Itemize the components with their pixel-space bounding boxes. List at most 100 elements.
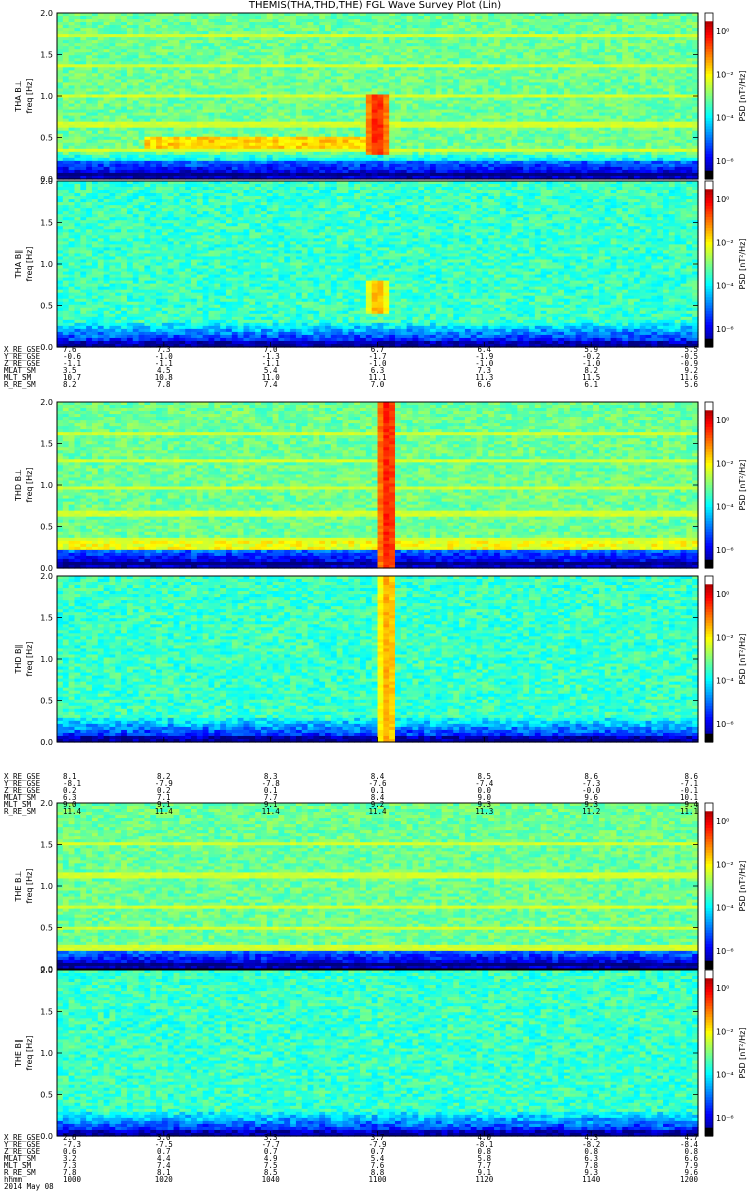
- orbit-row-label: R_RE_SM: [4, 807, 36, 816]
- colorbar-tick-label: 10⁰: [716, 590, 729, 599]
- freq-tick-label: 1.5: [40, 841, 53, 850]
- freq-tick-label: 1.0: [40, 260, 53, 269]
- orbit-value: 5.6: [684, 380, 698, 389]
- orbit-value: 8.2: [63, 380, 77, 389]
- orbit-value: 1100: [368, 1175, 387, 1184]
- orbit-value: 1000: [63, 1175, 82, 1184]
- spectrogram-panel-thd-bperp: [57, 402, 699, 569]
- spectrogram-figure: 2.01.51.00.50.0THA B⊥ freq [Hz]10⁰10⁻²10⁻…: [4, 9, 747, 1191]
- colorbar-tick-label: 10⁻⁶: [716, 1114, 734, 1123]
- colorbar-tick-label: 10⁰: [716, 27, 729, 36]
- colorbar-tick-label: 10⁻⁴: [716, 677, 734, 686]
- freq-tick-label: 0.0: [40, 343, 53, 352]
- colorbar-tick-label: 10⁻²: [716, 238, 734, 247]
- orbit-value: 1140: [582, 1175, 601, 1184]
- freq-tick-label: 1.5: [40, 51, 53, 60]
- spectrogram-panel-tha-bperp: [57, 13, 699, 180]
- colorbar-tick-label: 10⁰: [716, 195, 729, 204]
- colorbar-tick-label: 10⁰: [716, 984, 729, 993]
- colorbar-tick-label: 10⁻⁴: [716, 904, 734, 913]
- freq-tick-label: 0.5: [40, 697, 53, 706]
- freq-tick-label: 2.0: [40, 398, 53, 407]
- panel-ylabel-freq: freq [Hz]: [25, 1036, 34, 1071]
- spectrogram-panel-thd-bpar: [57, 576, 699, 743]
- panel-ylabel: THA B∥: [14, 250, 23, 279]
- spectrogram-panel-tha-bpar: [57, 181, 699, 348]
- orbit-table-2: X_RE_GSE 2.6 3.0 3.3 3.7 4.0 4.3 4.7Y_RE_GSE -7.…: [4, 1133, 698, 1191]
- orbit-value: 1120: [475, 1175, 494, 1184]
- freq-tick-label: 1.0: [40, 481, 53, 490]
- spectrogram-panel-the-bperp: [57, 803, 699, 970]
- freq-tick-label: 2.0: [40, 9, 53, 18]
- freq-tick-label: 1.5: [40, 440, 53, 449]
- colorbar-label: PSD [nT²/Hz]: [738, 1028, 747, 1079]
- orbit-value: 6.1: [584, 380, 598, 389]
- freq-tick-label: 0.5: [40, 523, 53, 532]
- freq-tick-label: 0.0: [40, 1132, 53, 1141]
- colorbar: [704, 969, 714, 1137]
- freq-tick-label: 1.0: [40, 92, 53, 101]
- orbit-value: 11.4: [63, 807, 82, 816]
- freq-tick-label: 0.5: [40, 134, 53, 143]
- colorbar-label: PSD [nT²/Hz]: [738, 861, 747, 912]
- freq-tick-label: 2.0: [40, 966, 53, 975]
- colorbar-label: PSD [nT²/Hz]: [738, 460, 747, 511]
- colorbar-label: PSD [nT²/Hz]: [738, 634, 747, 685]
- spectrogram-panel-the-bpar: [57, 970, 699, 1137]
- panel-ylabel-freq: freq [Hz]: [25, 79, 34, 114]
- colorbar-tick-label: 10⁻⁴: [716, 114, 734, 123]
- colorbar-tick-label: 10⁰: [716, 416, 729, 425]
- panel-ylabel: THD B∥: [14, 644, 23, 674]
- freq-tick-label: 1.5: [40, 614, 53, 623]
- colorbar-tick-label: 10⁰: [716, 817, 729, 826]
- orbit-value: 1040: [262, 1175, 281, 1184]
- orbit-row-label: R_RE_SM: [4, 380, 36, 389]
- orbit-value: 11.3: [475, 807, 493, 816]
- freq-tick-label: 2.0: [40, 572, 53, 581]
- orbit-value: 11.4: [368, 807, 387, 816]
- colorbar-tick-label: 10⁻²: [716, 633, 734, 642]
- panel-ylabel-freq: freq [Hz]: [25, 869, 34, 904]
- panel-ylabel: THA B⊥: [14, 80, 23, 112]
- orbit-value: 1020: [155, 1175, 174, 1184]
- colorbar-tick-label: 10⁻⁴: [716, 1071, 734, 1080]
- colorbar-tick-label: 10⁻²: [716, 860, 734, 869]
- colorbar-label: PSD [nT²/Hz]: [738, 71, 747, 122]
- colorbar-tick-label: 10⁻⁴: [716, 503, 734, 512]
- panel-ylabel-freq: freq [Hz]: [25, 247, 34, 282]
- freq-tick-label: 1.5: [40, 1008, 53, 1017]
- colorbar-tick-label: 10⁻⁶: [716, 325, 734, 334]
- colorbar: [704, 180, 714, 348]
- freq-tick-label: 2.0: [40, 177, 53, 186]
- freq-tick-label: 1.5: [40, 219, 53, 228]
- freq-tick-label: 1.0: [40, 655, 53, 664]
- freq-tick-label: 0.5: [40, 924, 53, 933]
- freq-tick-label: 1.0: [40, 882, 53, 891]
- orbit-value: 1200: [680, 1175, 699, 1184]
- panel-ylabel-freq: freq [Hz]: [25, 468, 34, 503]
- freq-tick-label: 0.5: [40, 1091, 53, 1100]
- colorbar-tick-label: 10⁻⁶: [716, 947, 734, 956]
- orbit-value: 11.2: [582, 807, 600, 816]
- orbit-value: 7.4: [264, 380, 278, 389]
- panel-ylabel: THD B⊥: [14, 469, 23, 502]
- freq-tick-label: 0.0: [40, 738, 53, 747]
- orbit-table-0: X_RE_GSE 7.6 7.3 7.0 6.7 6.4 5.9 5.5Y_RE_GSE -0.…: [4, 345, 698, 389]
- orbit-value: 11.4: [155, 807, 174, 816]
- orbit-value: 7.0: [371, 380, 385, 389]
- colorbar-tick-label: 10⁻⁶: [716, 720, 734, 729]
- plot-date: 2014 May 08: [4, 1182, 54, 1191]
- orbit-value: 7.8: [157, 380, 171, 389]
- orbit-value: 6.6: [478, 380, 492, 389]
- colorbar-tick-label: 10⁻⁴: [716, 282, 734, 291]
- colorbar: [704, 401, 714, 569]
- colorbar-tick-label: 10⁻²: [716, 1027, 734, 1036]
- panel-ylabel-freq: freq [Hz]: [25, 642, 34, 677]
- colorbar-tick-label: 10⁻⁶: [716, 546, 734, 555]
- colorbar-tick-label: 10⁻²: [716, 70, 734, 79]
- freq-tick-label: 2.0: [40, 799, 53, 808]
- freq-tick-label: 1.0: [40, 1049, 53, 1058]
- panel-ylabel: THE B∥: [14, 1039, 23, 1068]
- colorbar-label: PSD [nT²/Hz]: [738, 239, 747, 290]
- colorbar: [704, 575, 714, 743]
